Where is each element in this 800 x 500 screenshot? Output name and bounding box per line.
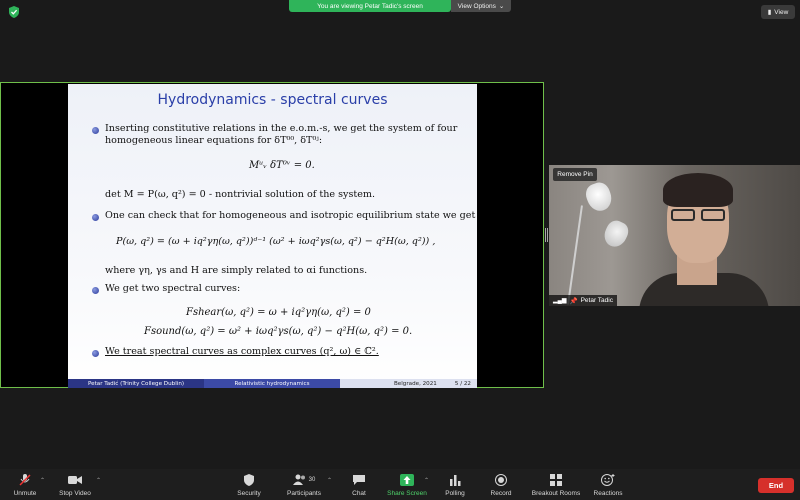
equation: Mᵘᵥ δT⁰ᵛ = 0. — [249, 160, 315, 171]
video-tile[interactable] — [549, 165, 800, 306]
slide-footer: Petar Tadić (Trinity College Dublin) Rel… — [68, 379, 477, 388]
polling-button[interactable]: Polling — [440, 469, 470, 500]
footer-place: Belgrade, 2021 — [393, 380, 437, 387]
chevron-up-icon[interactable]: ⌃ — [424, 477, 429, 484]
security-label: Security — [237, 490, 261, 497]
resize-handle[interactable] — [545, 228, 548, 242]
grid-icon — [550, 474, 562, 486]
participant-name: Petar Tadic — [580, 297, 613, 304]
bullet-icon — [92, 287, 99, 294]
footer-page: 5 / 22 — [454, 380, 471, 387]
smiley-plus-icon — [601, 474, 615, 486]
bullet-icon — [92, 350, 99, 357]
breakout-rooms-label: Breakout Rooms — [531, 490, 581, 497]
share-screen-button[interactable]: Share Screen — [383, 469, 431, 500]
chat-button[interactable]: Chat — [344, 469, 374, 500]
shared-screen: Hydrodynamics - spectral curves Insertin… — [0, 82, 544, 388]
participants-count: 30 — [308, 477, 316, 483]
stop-video-button[interactable]: Stop Video — [54, 469, 96, 500]
chat-label: Chat — [352, 490, 366, 497]
record-button[interactable]: Record — [486, 469, 516, 500]
people-icon — [292, 474, 305, 485]
bullet-text: Inserting constitutive relations in the … — [105, 123, 458, 134]
polling-label: Polling — [445, 490, 465, 497]
stop-video-label: Stop Video — [59, 490, 91, 497]
bar-chart-icon — [450, 475, 461, 486]
glasses — [669, 209, 727, 221]
shield-icon[interactable] — [8, 6, 20, 18]
bullet-icon — [92, 127, 99, 134]
reactions-button[interactable]: Reactions — [590, 469, 626, 500]
view-button[interactable]: ▮ View — [761, 5, 795, 19]
chevron-up-icon[interactable]: ⌃ — [40, 477, 45, 484]
footer-title: Relativistic hydrodynamics — [204, 379, 340, 388]
remove-pin-button[interactable]: Remove Pin — [553, 168, 597, 181]
record-icon — [495, 474, 507, 486]
viewing-banner: You are viewing Petar Tadic's screen — [289, 0, 451, 12]
bullet-text: We treat spectral curves as complex curv… — [105, 346, 379, 357]
view-options-label: View Options — [457, 2, 496, 10]
chevron-down-icon: ⌄ — [498, 3, 505, 10]
presentation-slide: Hydrodynamics - spectral curves Insertin… — [68, 84, 477, 388]
participants-label: Participants — [287, 490, 321, 497]
slide-title: Hydrodynamics - spectral curves — [157, 92, 388, 108]
signal-icon: ▂▄▆ — [553, 298, 567, 304]
bullet-text: We get two spectral curves: — [105, 283, 241, 294]
pin-icon: 📌 — [569, 297, 578, 305]
equation: P(ω, q²) = (ω + iq²γη(ω, q²))ᵈ⁻¹ (ω² + i… — [116, 236, 436, 247]
unmute-button[interactable]: Unmute — [8, 469, 42, 500]
chevron-up-icon[interactable]: ⌃ — [96, 477, 101, 484]
meeting-toolbar: Unmute ⌃ Stop Video ⌃ Security 30 Partic… — [0, 469, 800, 500]
shield-icon — [244, 474, 254, 486]
unmute-label: Unmute — [13, 490, 37, 497]
participant-name-tag: ▂▄▆ 📌 Petar Tadic — [549, 295, 617, 306]
footer-author: Petar Tadić (Trinity College Dublin) — [68, 379, 204, 388]
view-options-button[interactable]: View Options ⌄ — [451, 0, 511, 12]
bullet-icon — [92, 214, 99, 221]
participants-button[interactable]: 30 Participants — [282, 469, 326, 500]
chevron-up-icon[interactable]: ⌃ — [327, 477, 332, 484]
breakout-rooms-button[interactable]: Breakout Rooms — [528, 469, 584, 500]
security-button[interactable]: Security — [232, 469, 266, 500]
end-meeting-button[interactable]: End — [758, 478, 794, 493]
view-layout-icon: ▮ — [767, 9, 772, 16]
footer-info: Belgrade, 2021 5 / 22 — [340, 379, 477, 388]
reactions-label: Reactions — [593, 490, 623, 497]
video-camera-icon — [68, 476, 82, 484]
microphone-muted-icon — [19, 474, 31, 486]
bullet-text: One can check that for homogeneous and i… — [105, 210, 476, 221]
equation: Fsound(ω, q²) = ω² + iωq²γs(ω, q²) − q²H… — [144, 326, 413, 337]
equation: Fshear(ω, q²) = ω + iq²γη(ω, q²) = 0 — [186, 307, 371, 318]
bullet-text: homogeneous linear equations for δT⁰⁰, δ… — [105, 135, 323, 146]
zoom-window: You are viewing Petar Tadic's screen Vie… — [0, 0, 800, 500]
record-label: Record — [490, 490, 512, 497]
view-button-label: View — [774, 8, 789, 16]
share-screen-label: Share Screen — [387, 490, 427, 497]
chat-bubble-icon — [353, 475, 365, 485]
share-screen-icon — [400, 474, 414, 486]
where-line: where γη, γs and H are simply related to… — [105, 265, 368, 276]
determinant-line: det M = P(ω, q²) = 0 - nontrivial soluti… — [105, 189, 376, 200]
